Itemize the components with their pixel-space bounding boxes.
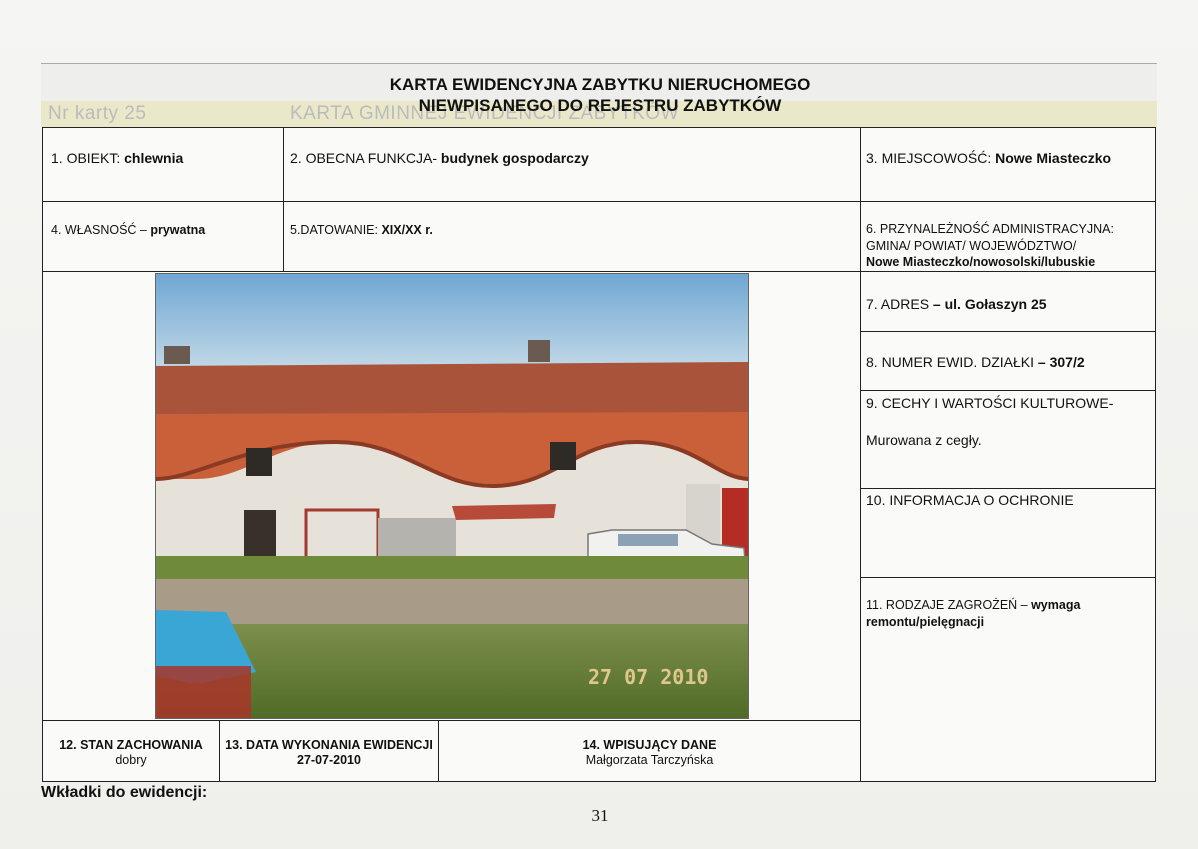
card-title-line1: KARTA EWIDENCYJNA ZABYTKU NIERUCHOMEGO <box>389 75 811 94</box>
funkcja-value: budynek gospodarczy <box>440 150 589 166</box>
wpisujacy-value: Małgorzata Tarczyńska <box>585 753 714 767</box>
obiekt-value: chlewnia <box>124 150 184 166</box>
field-stan: 12. STAN ZACHOWANIA dobry <box>42 720 220 782</box>
obiekt-label: 1. OBIEKT: <box>51 150 125 166</box>
wpisujacy-label-text: 14. WPISUJĄCY DANE <box>582 738 717 752</box>
ghost-card-number: Nr karty 25 <box>48 103 147 124</box>
funkcja-label: 2. OBECNA FUNKCJA- <box>290 150 441 166</box>
obiekt-text: 1. OBIEKT: chlewnia <box>51 150 183 166</box>
photo-road <box>156 579 748 624</box>
stan-label: 12. STAN ZACHOWANIA <box>43 738 219 752</box>
data-label-text: 13. DATA WYKONANIA EWIDENCJI <box>225 738 433 752</box>
datowanie-text: 5.DATOWANIE: XIX/XX r. <box>290 223 433 237</box>
wlasnosc-label: 4. WŁASNOŚĆ – <box>51 223 151 237</box>
field-cechy: 9. CECHY I WARTOŚCI KULTUROWE- Murowana … <box>860 390 1156 489</box>
field-datowanie: 5.DATOWANIE: XIX/XX r. <box>283 201 861 272</box>
wpisujacy-label: 14. WPISUJĄCY DANE <box>439 738 860 752</box>
adres-label: 7. ADRES <box>866 296 933 312</box>
data-value-text: 27-07-2010 <box>297 753 361 767</box>
field-obiekt: 1. OBIEKT: chlewnia <box>42 127 284 202</box>
photo-door <box>244 510 276 556</box>
field-miejscowosc: 3. MIEJSCOWOŚĆ: Nowe Miasteczko <box>860 127 1156 202</box>
ochrona-label: 10. INFORMACJA O OCHRONIE <box>866 492 1074 508</box>
zagrozenia-value2-line: remontu/pielęgnacji <box>866 615 984 629</box>
stan-value: dobry <box>115 753 147 767</box>
page-number: 31 <box>591 806 609 825</box>
przynaleznosc-value-text: Nowe Miasteczko/nowosolski/lubuskie <box>866 255 1096 269</box>
datowanie-value: XIX/XX r. <box>381 223 433 237</box>
data-value: 27-07-2010 <box>220 753 438 767</box>
field-data: 13. DATA WYKONANIA EWIDENCJI 27-07-2010 <box>219 720 439 782</box>
card-title-line2: NIEWPISANEGO DO REJESTRU ZABYTKÓW <box>418 96 782 115</box>
stan-label-text: 12. STAN ZACHOWANIA <box>59 738 203 752</box>
photo-window-left <box>246 448 272 476</box>
przynaleznosc-value: Nowe Miasteczko/nowosolski/lubuskie <box>866 255 1095 269</box>
zagrozenia-label: 11. RODZAJE ZAGROŻEŃ – <box>866 598 1032 612</box>
document-page: Nr karty 25 KARTA GMINNEJ EWIDENCJI ZABY… <box>0 0 1198 849</box>
photo-roof-upper <box>156 362 748 419</box>
miejscowosc-value: Nowe Miasteczko <box>995 150 1112 166</box>
miejscowosc-label: 3. MIEJSCOWOŚĆ: <box>866 150 996 166</box>
cechy-value: Murowana z cegły. <box>866 432 982 448</box>
photo-date-stamp: 27 07 2010 <box>588 665 708 689</box>
photo-red-machine <box>156 666 251 718</box>
photo-chimney-right <box>528 340 550 362</box>
przynaleznosc-line1: 6. PRZYNALEŻNOŚĆ ADMINISTRACYJNA: <box>866 222 1114 236</box>
miejscowosc-text: 3. MIEJSCOWOŚĆ: Nowe Miasteczko <box>866 150 1111 166</box>
datowanie-label: 5.DATOWANIE: <box>290 223 382 237</box>
dzialka-value: – 307/2 <box>1037 354 1085 370</box>
field-zagrozenia: 11. RODZAJE ZAGROŻEŃ – wymaga remontu/pi… <box>860 577 1156 782</box>
field-dzialka: 8. NUMER EWID. DZIAŁKI – 307/2 <box>860 331 1156 391</box>
wlasnosc-text: 4. WŁASNOŚĆ – prywatna <box>51 223 205 237</box>
adres-text: 7. ADRES – ul. Gołaszyn 25 <box>866 296 1047 312</box>
building-photo: 27 07 2010 <box>155 273 749 719</box>
card-title: KARTA EWIDENCYJNA ZABYTKU NIERUCHOMEGO N… <box>300 74 900 116</box>
zagrozenia-text: 11. RODZAJE ZAGROŻEŃ – wymaga <box>866 598 1080 612</box>
przynaleznosc-line2: GMINA/ POWIAT/ WOJEWÓDZTWO/ <box>866 239 1077 253</box>
zagrozenia-value2: remontu/pielęgnacji <box>866 615 985 629</box>
building-photo-svg: 27 07 2010 <box>156 274 748 718</box>
adres-value: – ul. Gołaszyn 25 <box>932 296 1047 312</box>
cechy-label: 9. CECHY I WARTOŚCI KULTUROWE- <box>866 395 1114 411</box>
photo-fence <box>378 518 456 562</box>
wlasnosc-value: prywatna <box>150 223 206 237</box>
field-adres: 7. ADRES – ul. Gołaszyn 25 <box>860 271 1156 332</box>
dzialka-text: 8. NUMER EWID. DZIAŁKI – 307/2 <box>866 354 1085 370</box>
field-ochrona: 10. INFORMACJA O OCHRONIE <box>860 488 1156 578</box>
funkcja-text: 2. OBECNA FUNKCJA- budynek gospodarczy <box>290 150 589 166</box>
wkladki-label: Wkładki do ewidencji: <box>41 784 208 801</box>
photo-window-right <box>550 442 576 470</box>
photo-canopy <box>452 504 556 520</box>
field-funkcja: 2. OBECNA FUNKCJA- budynek gospodarczy <box>283 127 861 202</box>
data-label: 13. DATA WYKONANIA EWIDENCJI <box>220 738 438 752</box>
dzialka-label: 8. NUMER EWID. DZIAŁKI <box>866 354 1038 370</box>
photo-car-windows <box>618 534 678 546</box>
field-przynaleznosc: 6. PRZYNALEŻNOŚĆ ADMINISTRACYJNA: GMINA/… <box>860 201 1156 272</box>
field-wpisujacy: 14. WPISUJĄCY DANE Małgorzata Tarczyńska <box>438 720 861 782</box>
zagrozenia-value1: wymaga <box>1031 598 1081 612</box>
photo-chimney-left <box>164 346 190 364</box>
field-wlasnosc: 4. WŁASNOŚĆ – prywatna <box>42 201 284 272</box>
